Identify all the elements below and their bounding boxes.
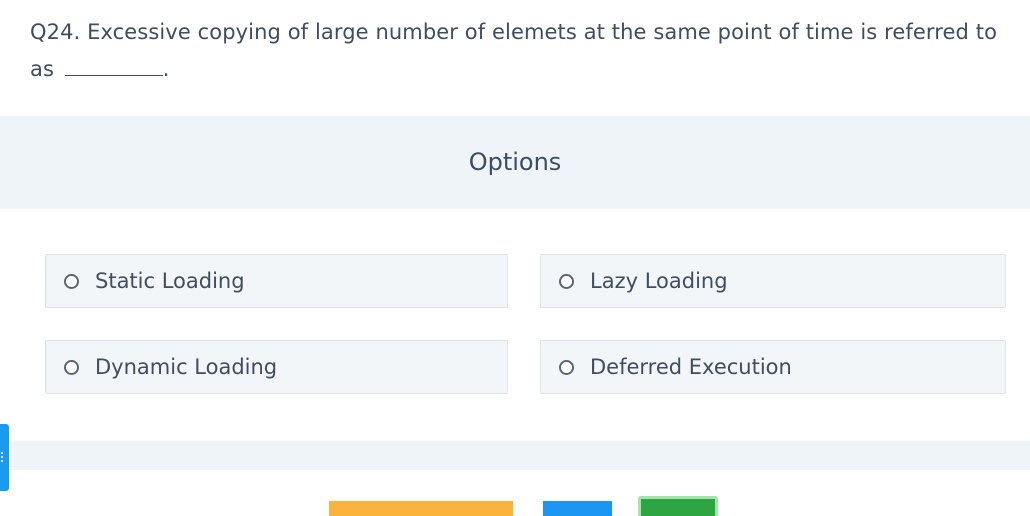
radio-icon[interactable] bbox=[64, 359, 79, 375]
radio-icon[interactable] bbox=[64, 273, 79, 289]
option-a[interactable]: Static Loading bbox=[45, 254, 508, 308]
question-body: Q24. Excessive copying of large number o… bbox=[30, 20, 998, 81]
action-button-yellow[interactable] bbox=[329, 501, 513, 516]
options-header: Options bbox=[0, 116, 1030, 209]
option-b[interactable]: Lazy Loading bbox=[540, 254, 1006, 308]
question-text: Q24. Excessive copying of large number o… bbox=[30, 14, 1010, 88]
option-d-label: Deferred Execution bbox=[590, 355, 792, 379]
option-d[interactable]: Deferred Execution bbox=[540, 340, 1006, 394]
lower-divider-band bbox=[0, 441, 1030, 470]
option-c-label: Dynamic Loading bbox=[95, 355, 278, 379]
action-button-green[interactable] bbox=[638, 496, 718, 516]
option-a-label: Static Loading bbox=[95, 269, 245, 293]
side-feedback-tab[interactable] bbox=[0, 424, 9, 491]
radio-icon[interactable] bbox=[559, 359, 574, 375]
question-suffix: . bbox=[162, 57, 170, 81]
action-button-blue[interactable] bbox=[543, 501, 612, 516]
option-c[interactable]: Dynamic Loading bbox=[45, 340, 508, 394]
option-b-label: Lazy Loading bbox=[590, 269, 728, 293]
question-blank bbox=[64, 57, 163, 76]
grip-icon bbox=[1, 452, 3, 464]
options-title: Options bbox=[468, 147, 562, 176]
radio-icon[interactable] bbox=[559, 273, 574, 289]
quiz-page: Q24. Excessive copying of large number o… bbox=[0, 0, 1030, 516]
